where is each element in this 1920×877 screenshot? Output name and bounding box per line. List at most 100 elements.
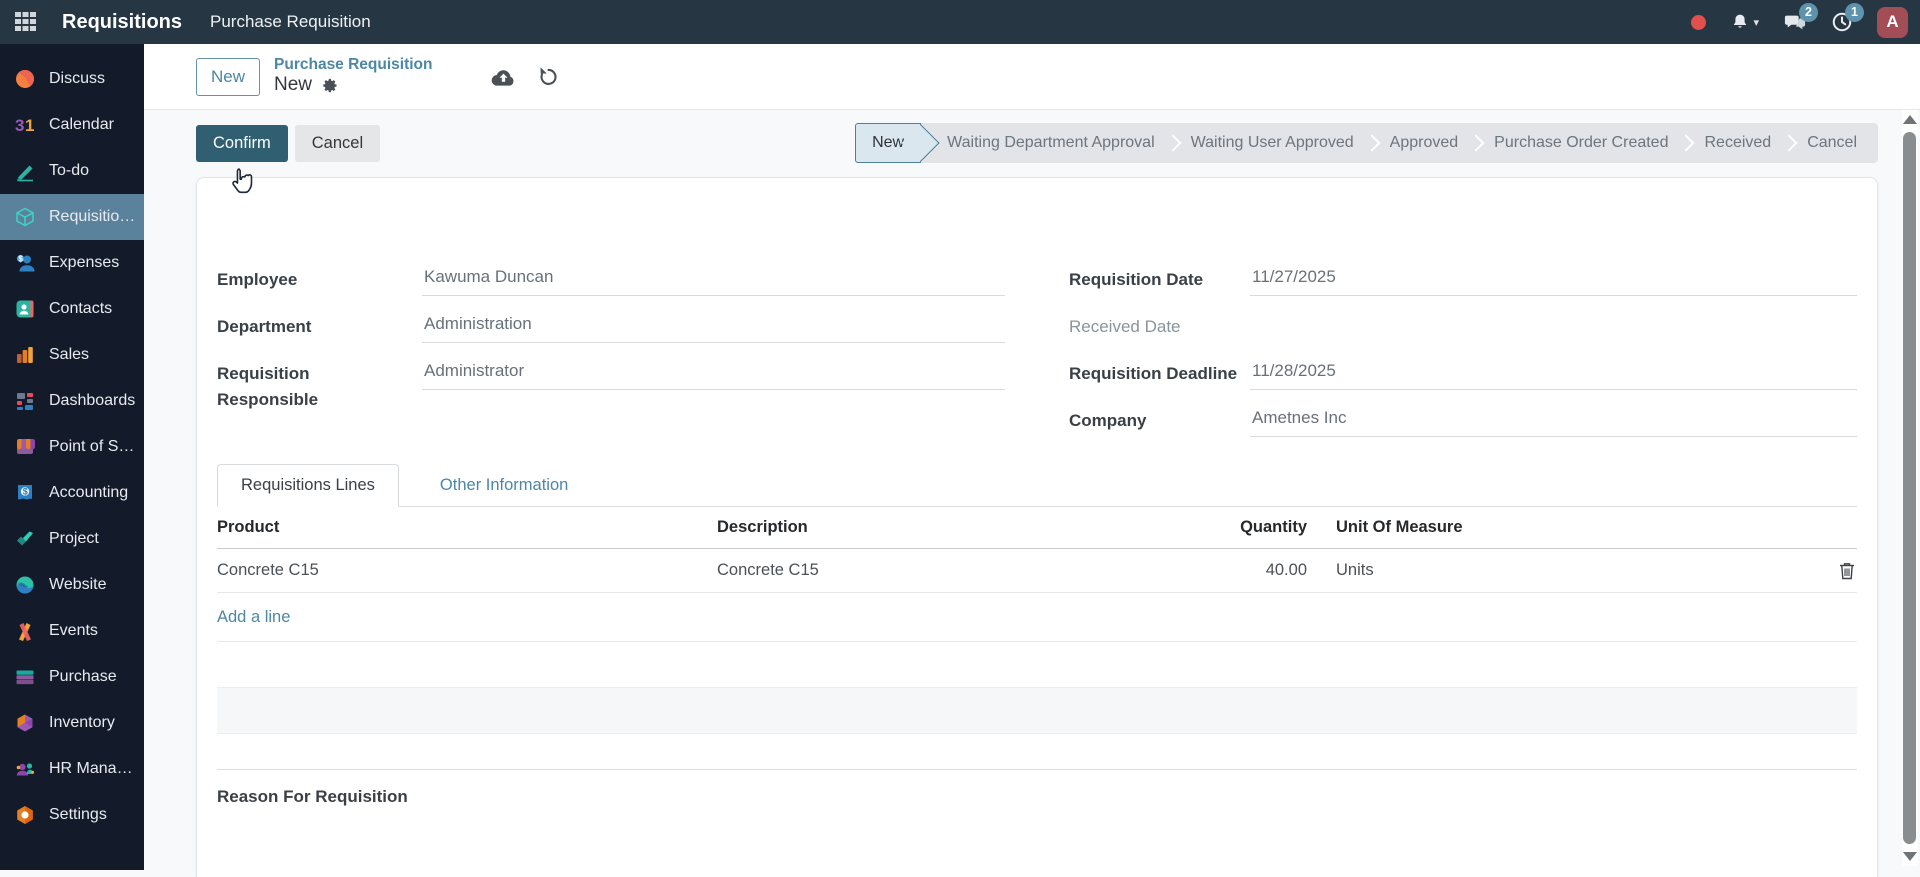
stage-received[interactable]: Received bbox=[1691, 134, 1784, 152]
point-of-sale-icon bbox=[13, 435, 37, 459]
sidebar: Discuss 31 Calendar To-do Requisitions $… bbox=[0, 44, 144, 870]
expenses-icon: $ bbox=[13, 251, 37, 275]
cancel-button[interactable]: Cancel bbox=[294, 124, 381, 162]
user-avatar[interactable]: A bbox=[1877, 6, 1908, 38]
field-label: Requisition Date bbox=[1069, 270, 1204, 289]
topbar: Requisitions Purchase Requisition ▾ 2 1 … bbox=[0, 0, 1920, 44]
svg-text:$: $ bbox=[18, 254, 23, 263]
field-requisition-responsible: Requisition Responsible Administrator bbox=[217, 358, 1005, 412]
hr-manager-icon bbox=[13, 757, 37, 781]
cell-uom[interactable]: Units bbox=[1307, 561, 1811, 580]
cell-description[interactable]: Concrete C15 bbox=[717, 561, 1207, 580]
field-requisition-deadline: Requisition Deadline 11/28/2025 bbox=[1069, 358, 1857, 405]
cell-quantity[interactable]: 40.00 bbox=[1207, 561, 1307, 580]
control-panel: New Purchase Requisition New bbox=[144, 44, 1920, 110]
add-a-line-link[interactable]: Add a line bbox=[217, 608, 290, 627]
sidebar-item-settings[interactable]: Settings bbox=[0, 792, 144, 838]
status-dot-icon bbox=[1691, 14, 1707, 30]
vertical-scrollbar[interactable] bbox=[1902, 110, 1918, 866]
sidebar-item-accounting[interactable]: $ Accounting bbox=[0, 470, 144, 516]
empty-row bbox=[217, 688, 1857, 734]
svg-text:$: $ bbox=[23, 487, 28, 497]
action-row: Confirm Cancel New Waiting Department Ap… bbox=[196, 123, 1878, 163]
employee-input[interactable]: Kawuma Duncan bbox=[422, 264, 1005, 296]
reason-for-requisition-label: Reason For Requisition bbox=[217, 787, 408, 806]
project-icon bbox=[13, 527, 37, 551]
scroll-down-arrow[interactable] bbox=[1903, 852, 1917, 861]
messages-badge: 2 bbox=[1799, 3, 1818, 22]
field-label: Requisition Deadline bbox=[1069, 364, 1238, 383]
department-input[interactable]: Administration bbox=[422, 311, 1005, 343]
requisition-responsible-input[interactable]: Administrator bbox=[422, 358, 1005, 390]
stage-new[interactable]: New bbox=[855, 123, 940, 163]
sidebar-item-todo[interactable]: To-do bbox=[0, 148, 144, 194]
app-name[interactable]: Requisitions bbox=[62, 11, 182, 34]
statusbar: New Waiting Department Approval Waiting … bbox=[855, 123, 1878, 163]
stage-waiting-user-approved[interactable]: Waiting User Approved bbox=[1178, 134, 1367, 152]
field-received-date: Received Date bbox=[1069, 311, 1857, 358]
stage-approved[interactable]: Approved bbox=[1377, 134, 1472, 152]
notifications-bell[interactable]: ▾ bbox=[1730, 12, 1759, 33]
bell-icon bbox=[1734, 14, 1747, 28]
menu-purchase-requisition[interactable]: Purchase Requisition bbox=[210, 12, 371, 32]
field-label: Requisition Responsible bbox=[217, 364, 319, 409]
sidebar-item-calendar[interactable]: 31 Calendar bbox=[0, 102, 144, 148]
chevron-down-icon: ▾ bbox=[1753, 16, 1759, 29]
field-label: Company bbox=[1069, 411, 1147, 430]
notebook-tabs: Requisitions Lines Other Information bbox=[217, 464, 1857, 507]
received-date-value bbox=[1250, 311, 1857, 343]
tab-other-information[interactable]: Other Information bbox=[417, 465, 591, 506]
gear-icon[interactable] bbox=[322, 77, 339, 94]
breadcrumb: Purchase Requisition New bbox=[274, 56, 432, 97]
topbar-right: ▾ 2 1 A bbox=[1691, 3, 1908, 38]
scroll-up-arrow[interactable] bbox=[1903, 115, 1917, 124]
accounting-icon: $ bbox=[13, 481, 37, 505]
sidebar-item-point-of-sale[interactable]: Point of Sale bbox=[0, 424, 144, 470]
stage-purchase-order-created[interactable]: Purchase Order Created bbox=[1481, 134, 1681, 152]
requisition-date-input[interactable]: 11/27/2025 bbox=[1250, 264, 1857, 296]
confirm-button[interactable]: Confirm bbox=[196, 124, 288, 162]
column-header-description: Description bbox=[717, 518, 808, 536]
record-name: New bbox=[274, 74, 313, 96]
inventory-icon bbox=[13, 711, 37, 735]
tab-requisitions-lines[interactable]: Requisitions Lines bbox=[217, 464, 399, 507]
breadcrumb-link[interactable]: Purchase Requisition bbox=[274, 56, 432, 75]
sidebar-item-inventory[interactable]: Inventory bbox=[0, 700, 144, 746]
sidebar-item-dashboards[interactable]: Dashboards bbox=[0, 378, 144, 424]
discard-undo-icon[interactable] bbox=[538, 66, 559, 87]
discuss-icon bbox=[13, 67, 37, 91]
table-header-row: Product Description Quantity Unit Of Mea… bbox=[217, 507, 1857, 549]
stage-cancel[interactable]: Cancel bbox=[1794, 134, 1870, 152]
scrollbar-thumb[interactable] bbox=[1903, 132, 1916, 844]
apps-grid-icon[interactable] bbox=[0, 0, 50, 44]
stage-waiting-department-approval[interactable]: Waiting Department Approval bbox=[921, 134, 1168, 152]
reason-input-area[interactable] bbox=[217, 807, 1857, 877]
activities-button[interactable]: 1 bbox=[1831, 3, 1864, 33]
record-save-controls bbox=[491, 66, 559, 87]
company-input[interactable]: Ametnes Inc bbox=[1250, 405, 1857, 437]
delete-row-trash-icon[interactable] bbox=[1837, 560, 1857, 582]
sidebar-item-expenses[interactable]: $ Expenses bbox=[0, 240, 144, 286]
sidebar-item-hr-manager[interactable]: HR Manager bbox=[0, 746, 144, 792]
requisition-deadline-input[interactable]: 11/28/2025 bbox=[1250, 358, 1857, 390]
settings-icon bbox=[13, 803, 37, 827]
sidebar-item-requisitions[interactable]: Requisitions bbox=[0, 194, 144, 240]
field-employee: Employee Kawuma Duncan bbox=[217, 264, 1005, 311]
sidebar-item-sales[interactable]: Sales bbox=[0, 332, 144, 378]
cell-product[interactable]: Concrete C15 bbox=[217, 561, 717, 580]
sidebar-item-website[interactable]: Website bbox=[0, 562, 144, 608]
field-label: Department bbox=[217, 317, 312, 336]
save-cloud-icon[interactable] bbox=[491, 67, 516, 87]
table-row[interactable]: Concrete C15 Concrete C15 40.00 Units bbox=[217, 549, 1857, 593]
messages-button[interactable]: 2 bbox=[1783, 3, 1818, 33]
sidebar-item-contacts[interactable]: Contacts bbox=[0, 286, 144, 332]
sidebar-item-discuss[interactable]: Discuss bbox=[0, 56, 144, 102]
requisition-lines-table: Product Description Quantity Unit Of Mea… bbox=[217, 507, 1857, 734]
sidebar-item-purchase[interactable]: Purchase bbox=[0, 654, 144, 700]
field-company: Company Ametnes Inc bbox=[1069, 405, 1857, 452]
sidebar-item-project[interactable]: Project bbox=[0, 516, 144, 562]
contacts-icon bbox=[13, 297, 37, 321]
todo-icon bbox=[13, 159, 37, 183]
sidebar-item-events[interactable]: Events bbox=[0, 608, 144, 654]
new-record-button[interactable]: New bbox=[196, 57, 261, 96]
